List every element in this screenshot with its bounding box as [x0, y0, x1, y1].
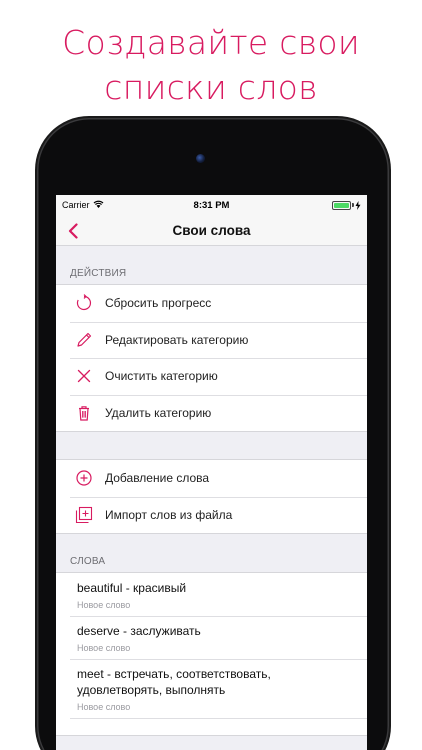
app-screen: Carrier 8:31 PM Свои слова ДЕЙСТВИЯ Сбро…: [56, 195, 367, 750]
add-word-row[interactable]: Добавление слова: [56, 460, 367, 497]
pencil-icon: [75, 331, 93, 349]
word-item[interactable]: deserve - заслуживать Новое слово: [56, 616, 367, 659]
page-title: Свои слова: [172, 222, 251, 238]
headline-line-2: списки слов: [104, 68, 318, 107]
word-text: beautiful - красивый: [77, 581, 187, 595]
edit-category-label: Редактировать категорию: [105, 332, 249, 347]
import-words-row[interactable]: Импорт слов из файла: [56, 496, 367, 534]
word-text: deserve - заслуживать: [77, 624, 201, 638]
add-circle-icon: [75, 469, 93, 487]
refresh-icon: [75, 294, 93, 312]
navigation-bar: Свои слова: [56, 215, 367, 246]
chevron-left-icon: [68, 223, 78, 239]
reset-progress-label: Сбросить прогресс: [105, 296, 212, 311]
edit-category-row[interactable]: Редактировать категорию: [56, 321, 367, 359]
reset-progress-row[interactable]: Сбросить прогресс: [56, 285, 367, 322]
word-status: Новое слово: [77, 702, 131, 712]
delete-category-label: Удалить категорию: [105, 405, 212, 420]
status-time: 8:31 PM: [193, 199, 230, 211]
import-file-icon: [75, 506, 93, 524]
actions-section-header: ДЕЙСТВИЯ: [70, 268, 127, 279]
back-button[interactable]: [63, 220, 83, 242]
word-item[interactable]: meet - встречать, соответствовать, удовл…: [56, 659, 367, 718]
trash-icon: [75, 404, 93, 422]
clear-category-label: Очистить категорию: [105, 369, 218, 384]
promo-headline: Создавайте свои списки слов: [0, 20, 422, 110]
word-item[interactable]: beautiful - красивый Новое слово: [56, 573, 367, 616]
import-words-label: Импорт слов из файла: [105, 507, 233, 522]
actions-group: Сбросить прогресс Редактировать категори…: [56, 284, 367, 432]
status-bar: Carrier 8:31 PM: [56, 195, 367, 215]
word-status: Новое слово: [77, 600, 131, 610]
words-list: beautiful - красивый Новое слово deserve…: [56, 572, 367, 736]
delete-category-row[interactable]: Удалить категорию: [56, 394, 367, 432]
word-item[interactable]: [56, 718, 367, 735]
close-icon: [75, 367, 93, 385]
clear-category-row[interactable]: Очистить категорию: [56, 358, 367, 395]
words-section-header: СЛОВА: [70, 556, 106, 567]
add-words-group: Добавление слова Импорт слов из файла: [56, 459, 367, 534]
word-text: meet - встречать, соответствовать, удовл…: [77, 667, 271, 697]
add-word-label: Добавление слова: [105, 471, 210, 486]
headline-line-1: Создавайте свои: [62, 23, 360, 62]
front-camera: [196, 154, 205, 163]
word-status: Новое слово: [77, 643, 131, 653]
